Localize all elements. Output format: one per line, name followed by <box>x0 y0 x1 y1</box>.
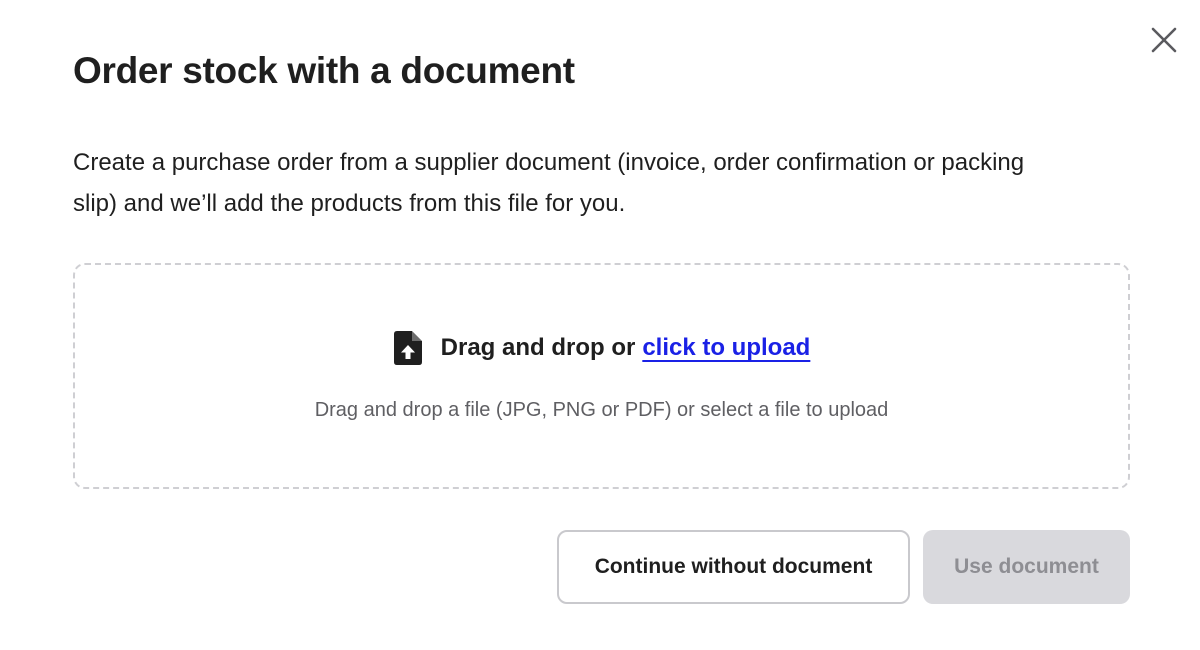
use-document-button[interactable]: Use document <box>923 530 1130 604</box>
dialog-title: Order stock with a document <box>73 50 575 91</box>
file-upload-icon <box>393 331 423 365</box>
dialog-description: Create a purchase order from a supplier … <box>73 149 1025 217</box>
dropzone-hint: Drag and drop a file (JPG, PNG or PDF) o… <box>314 399 889 421</box>
close-icon <box>1151 27 1177 53</box>
upload-dropzone[interactable]: Drag and drop or click to upload Drag an… <box>73 263 1130 489</box>
continue-without-document-button[interactable]: Continue without document <box>557 530 910 604</box>
dropzone-prompt: Drag and drop or click to upload <box>75 331 1128 365</box>
close-button[interactable] <box>1146 22 1182 58</box>
dropzone-lead-text: Drag and drop or <box>440 334 636 361</box>
click-to-upload-link[interactable]: click to upload <box>642 334 810 362</box>
order-stock-dialog: Order stock with a document Create a pur… <box>0 0 1200 650</box>
